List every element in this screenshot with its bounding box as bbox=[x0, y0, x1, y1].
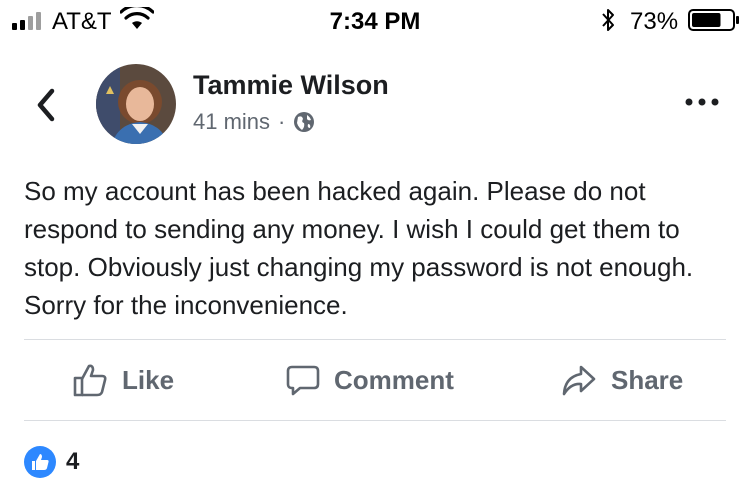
author-name[interactable]: Tammie Wilson bbox=[193, 70, 389, 101]
like-button[interactable]: Like bbox=[72, 340, 174, 420]
status-bar: AT&T 7:34 PM 73% bbox=[0, 0, 750, 40]
post-meta: 41 mins · bbox=[193, 108, 315, 136]
ellipsis-icon bbox=[685, 98, 719, 106]
comment-label: Comment bbox=[334, 364, 454, 395]
comment-icon bbox=[286, 365, 320, 396]
battery-percentage: 73% bbox=[630, 8, 679, 35]
share-label: Share bbox=[611, 364, 684, 395]
post-time[interactable]: 41 mins bbox=[193, 109, 270, 135]
bluetooth-icon bbox=[602, 9, 614, 31]
comment-button[interactable]: Comment bbox=[286, 340, 454, 420]
post-actions: Like Comment Share bbox=[0, 340, 750, 420]
post-text: So my account has been hacked again. Ple… bbox=[24, 176, 694, 320]
share-button[interactable]: Share bbox=[561, 340, 683, 420]
like-reaction-icon bbox=[24, 446, 56, 478]
reaction-count: 4 bbox=[66, 448, 80, 475]
battery-icon bbox=[688, 9, 739, 31]
chevron-left-icon bbox=[37, 88, 55, 122]
more-options-button[interactable] bbox=[684, 92, 720, 112]
back-button[interactable] bbox=[28, 83, 64, 127]
avatar[interactable] bbox=[96, 64, 176, 144]
divider bbox=[24, 420, 726, 421]
like-label: Like bbox=[122, 364, 175, 395]
reactions-summary[interactable]: 4 bbox=[24, 445, 79, 479]
globe-icon bbox=[294, 112, 315, 132]
thumbs-up-icon bbox=[73, 364, 107, 397]
share-icon bbox=[562, 365, 596, 396]
meta-separator: · bbox=[278, 109, 286, 134]
